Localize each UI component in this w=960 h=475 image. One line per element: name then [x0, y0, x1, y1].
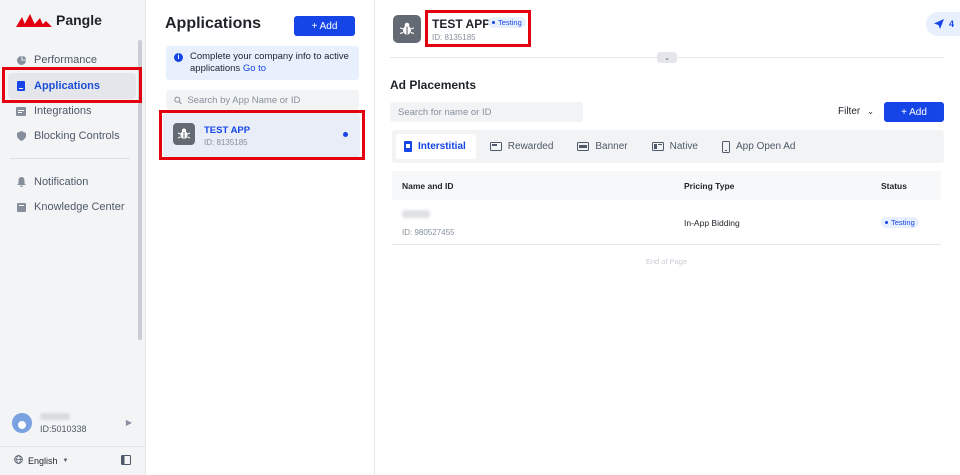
- sidebar: Pangle Performance Applications Integrat…: [0, 0, 146, 475]
- sidebar-divider: [10, 158, 130, 159]
- app-list-item[interactable]: TEST APP ID: 8135185: [163, 113, 360, 157]
- app-id: ID: 8135185: [204, 138, 248, 147]
- placement-search-input[interactable]: [398, 106, 583, 118]
- tab-label: Native: [669, 141, 698, 152]
- placement-name-redacted: [402, 210, 430, 218]
- sidebar-item-notification[interactable]: Notification: [8, 169, 136, 195]
- app-detail: TEST APP Testing ID: 8135185 4 ⌄ Ad Plac…: [376, 0, 960, 475]
- sidebar-item-integrations[interactable]: Integrations: [8, 98, 136, 124]
- column-header-status: Status: [881, 180, 907, 191]
- notifications-button[interactable]: 4: [926, 12, 960, 36]
- app-title: TEST APP: [432, 17, 491, 31]
- pangle-logo[interactable]: Pangle: [16, 12, 102, 28]
- tab-interstitial[interactable]: Interstitial: [396, 134, 476, 159]
- info-icon: i: [174, 53, 183, 62]
- placement-type-tabs: Interstitial Rewarded Banner Native App …: [392, 130, 944, 163]
- app-search[interactable]: [166, 90, 359, 110]
- user-profile[interactable]: ID:5010338 ▶: [12, 408, 136, 438]
- go-to-link[interactable]: Go to: [243, 63, 266, 74]
- sidebar-item-label: Performance: [34, 54, 97, 66]
- placements-table: Name and ID Pricing Type Status ID: 9805…: [392, 171, 941, 266]
- sidebar-item-applications[interactable]: Applications: [8, 73, 136, 99]
- sidebar-item-performance[interactable]: Performance: [8, 47, 136, 73]
- app-icon: [16, 81, 26, 91]
- page-title: Applications: [165, 15, 262, 32]
- pie-chart-icon: [16, 55, 26, 65]
- tab-label: Banner: [595, 141, 628, 152]
- user-name-redacted: [40, 412, 70, 420]
- tab-app-open-ad[interactable]: App Open Ad: [714, 134, 806, 159]
- sidebar-item-label: Notification: [34, 176, 89, 188]
- user-id: ID:5010338: [40, 423, 87, 434]
- tab-label: App Open Ad: [736, 141, 796, 152]
- user-meta: ID:5010338: [40, 412, 87, 434]
- tab-label: Interstitial: [418, 141, 466, 152]
- app-search-input[interactable]: [187, 94, 359, 106]
- language-label: English: [28, 455, 58, 466]
- status-text: Testing: [891, 218, 915, 227]
- integrations-icon: [16, 106, 26, 116]
- tab-native[interactable]: Native: [644, 134, 708, 159]
- selected-indicator: [343, 132, 348, 137]
- status-badge: Testing: [488, 17, 526, 28]
- sidebar-item-label: Integrations: [34, 105, 92, 117]
- tab-rewarded[interactable]: Rewarded: [482, 134, 564, 159]
- caret-down-icon: ▼: [62, 457, 69, 464]
- placement-search[interactable]: [390, 102, 583, 122]
- shield-icon: [16, 131, 26, 141]
- globe-icon: [14, 455, 23, 466]
- tab-label: Rewarded: [507, 141, 554, 152]
- filter-label: Filter: [838, 106, 861, 117]
- sidebar-bottom-divider: [0, 446, 146, 447]
- send-icon: [934, 19, 944, 29]
- column-header-pricing: Pricing Type: [684, 180, 735, 191]
- applications-panel: Applications + Add i Complete your compa…: [147, 0, 375, 475]
- native-icon: [651, 142, 664, 151]
- app-name: TEST APP: [204, 125, 251, 136]
- info-text: Complete your company info to active app…: [190, 51, 349, 74]
- sidebar-item-label: Applications: [34, 80, 101, 92]
- chevron-right-icon: ▶: [125, 418, 132, 427]
- status-badge: Testing: [881, 217, 919, 228]
- placement-pricing: In-App Bidding: [684, 218, 740, 228]
- collapse-sidebar-icon[interactable]: [121, 455, 131, 465]
- placement-id: ID: 980527455: [402, 228, 455, 237]
- chevron-down-icon[interactable]: ⌄: [657, 52, 677, 63]
- tab-banner[interactable]: Banner: [569, 134, 637, 159]
- add-placement-button[interactable]: + Add: [884, 102, 944, 122]
- chevron-down-icon: ⌄: [867, 107, 874, 116]
- sidebar-scrollbar[interactable]: [138, 40, 142, 340]
- sidebar-item-label: Blocking Controls: [34, 130, 120, 142]
- app-id: ID: 8135185: [432, 33, 476, 42]
- pangle-logo-icon: [16, 14, 52, 27]
- info-banner: i Complete your company info to active a…: [166, 46, 359, 80]
- table-header: Name and ID Pricing Type Status: [392, 171, 941, 200]
- table-row[interactable]: ID: 980527455 In-App Bidding Testing: [392, 200, 941, 245]
- language-selector[interactable]: English ▼: [14, 455, 68, 466]
- section-title: Ad Placements: [390, 78, 477, 92]
- rewarded-icon: [489, 142, 502, 151]
- status-text: Testing: [498, 18, 522, 27]
- sidebar-item-label: Knowledge Center: [34, 201, 125, 213]
- search-icon: [174, 96, 182, 104]
- book-icon: [16, 202, 26, 212]
- end-of-page: End of Page: [645, 257, 688, 266]
- bug-icon: [173, 123, 195, 145]
- bug-icon: [393, 15, 421, 43]
- banner-icon: [577, 142, 590, 151]
- interstitial-icon: [404, 141, 412, 152]
- sidebar-item-knowledge-center[interactable]: Knowledge Center: [8, 194, 136, 220]
- filter-dropdown[interactable]: Filter ⌄: [838, 106, 874, 117]
- logo-text: Pangle: [56, 12, 102, 28]
- column-header-name: Name and ID: [402, 180, 454, 191]
- notification-count: 4: [949, 19, 955, 29]
- add-application-button[interactable]: + Add: [294, 16, 355, 36]
- avatar: [12, 413, 32, 433]
- sidebar-item-blocking-controls[interactable]: Blocking Controls: [8, 123, 136, 149]
- phone-icon: [722, 140, 730, 153]
- bell-icon: [16, 177, 26, 187]
